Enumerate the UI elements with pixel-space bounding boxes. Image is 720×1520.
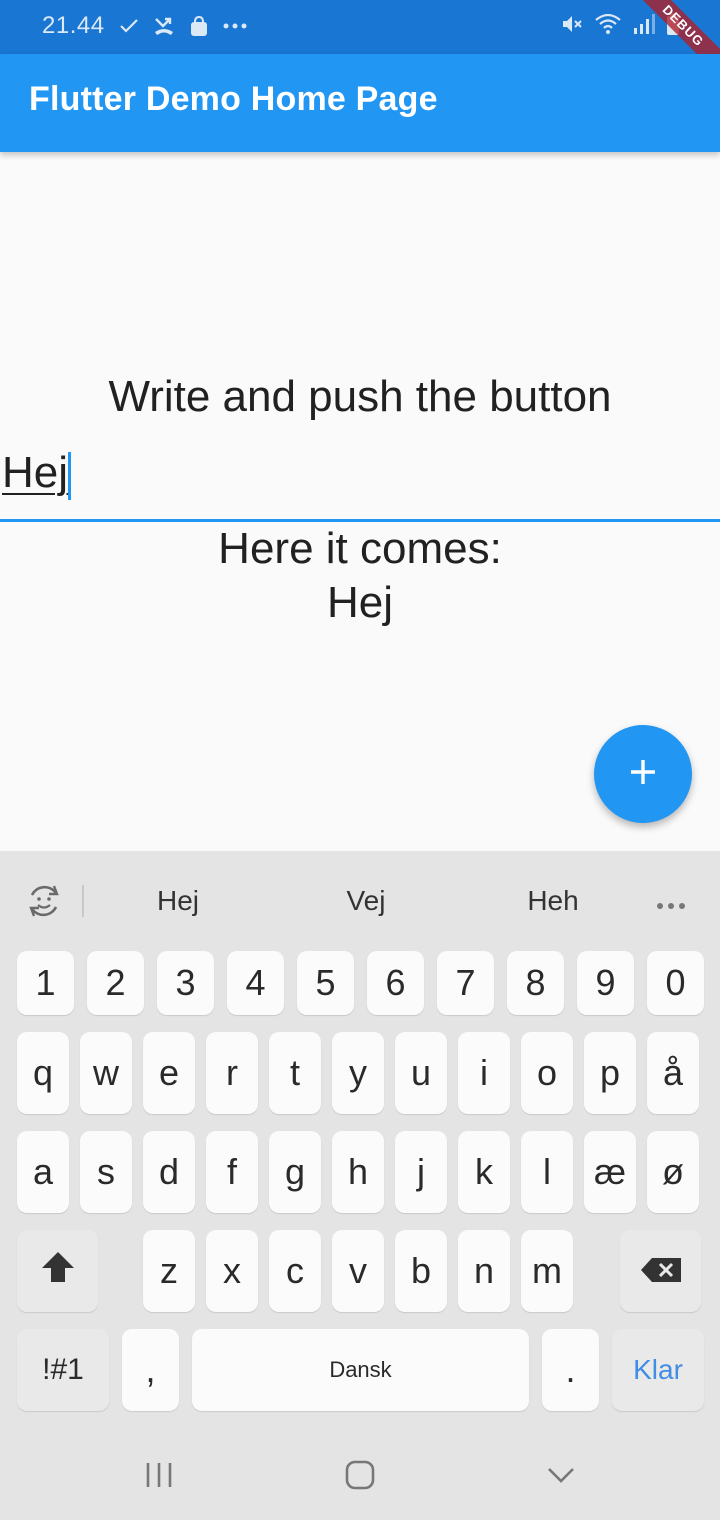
status-time: 21.44 — [42, 12, 105, 39]
period-key[interactable]: . — [542, 1329, 599, 1411]
result-value: Hej — [326, 578, 394, 627]
key-z[interactable]: z — [143, 1230, 195, 1312]
key-u[interactable]: u — [395, 1032, 447, 1114]
backspace-icon — [640, 1250, 682, 1292]
text-input-value[interactable]: Hej — [2, 448, 68, 498]
plus-icon — [629, 758, 657, 791]
key-h[interactable]: h — [332, 1131, 384, 1213]
key-7[interactable]: 7 — [437, 951, 494, 1015]
key-g[interactable]: g — [269, 1131, 321, 1213]
add-button[interactable] — [594, 725, 692, 823]
mute-icon — [560, 12, 584, 36]
key-k[interactable]: k — [458, 1131, 510, 1213]
key-f[interactable]: f — [206, 1131, 258, 1213]
key-b[interactable]: b — [395, 1230, 447, 1312]
emoji-refresh-icon[interactable] — [24, 881, 64, 926]
key-4[interactable]: 4 — [227, 951, 284, 1015]
key-5[interactable]: 5 — [297, 951, 354, 1015]
more-options-icon[interactable] — [656, 885, 686, 917]
key-o[interactable]: o — [521, 1032, 573, 1114]
status-left: 21.44 — [42, 12, 247, 40]
missed-call-icon — [153, 16, 175, 36]
key-w[interactable]: w — [80, 1032, 132, 1114]
key-e[interactable]: e — [143, 1032, 195, 1114]
comma-key[interactable]: , — [122, 1329, 179, 1411]
key-c[interactable]: c — [269, 1230, 321, 1312]
more-dots-icon — [223, 23, 247, 29]
prompt-text: Write and push the button — [108, 372, 612, 421]
suggestion-2[interactable]: Vej — [347, 885, 386, 917]
shopping-bag-icon — [189, 15, 209, 37]
space-key[interactable]: Dansk — [192, 1329, 529, 1411]
suggestion-1[interactable]: Hej — [157, 885, 199, 917]
key-v[interactable]: v — [332, 1230, 384, 1312]
done-key[interactable]: Klar — [612, 1329, 704, 1411]
app-bar: Flutter Demo Home Page — [0, 54, 720, 152]
text-input-field[interactable]: Hej — [0, 440, 720, 522]
home-icon[interactable] — [344, 1460, 376, 1495]
shift-key[interactable] — [17, 1230, 98, 1312]
key-y[interactable]: y — [332, 1032, 384, 1114]
signal-icon — [632, 12, 656, 36]
key-9[interactable]: 9 — [577, 951, 634, 1015]
key-n[interactable]: n — [458, 1230, 510, 1312]
key-s[interactable]: s — [80, 1131, 132, 1213]
key-q[interactable]: q — [17, 1032, 69, 1114]
key-a[interactable]: a — [17, 1131, 69, 1213]
wifi-icon — [594, 12, 622, 36]
key-p[interactable]: p — [584, 1032, 636, 1114]
keyboard: Hej Vej Heh 1 2 3 4 5 6 7 8 9 0 q w e r … — [0, 851, 720, 1520]
key-ae[interactable]: æ — [584, 1131, 636, 1213]
symbols-key[interactable]: !#1 — [17, 1329, 109, 1411]
key-m[interactable]: m — [521, 1230, 573, 1312]
key-3[interactable]: 3 — [157, 951, 214, 1015]
backspace-key[interactable] — [620, 1230, 701, 1312]
key-aa[interactable]: å — [647, 1032, 699, 1114]
key-d[interactable]: d — [143, 1131, 195, 1213]
shift-icon — [40, 1250, 76, 1293]
suggestion-3[interactable]: Heh — [527, 885, 578, 917]
recent-apps-icon[interactable] — [145, 1460, 173, 1495]
suggestion-bar: Hej Vej Heh — [0, 851, 720, 951]
key-6[interactable]: 6 — [367, 951, 424, 1015]
suggestion-divider — [82, 885, 84, 917]
key-r[interactable]: r — [206, 1032, 258, 1114]
page-title: Flutter Demo Home Page — [29, 80, 438, 118]
key-2[interactable]: 2 — [87, 951, 144, 1015]
text-cursor — [68, 452, 71, 500]
key-x[interactable]: x — [206, 1230, 258, 1312]
key-l[interactable]: l — [521, 1131, 573, 1213]
key-t[interactable]: t — [269, 1032, 321, 1114]
result-label: Here it comes: — [218, 524, 502, 573]
key-j[interactable]: j — [395, 1131, 447, 1213]
navigation-bar — [0, 1430, 720, 1520]
status-bar: 21.44 DEBUG — [0, 0, 720, 54]
back-icon[interactable] — [546, 1460, 576, 1495]
key-oe[interactable]: ø — [647, 1131, 699, 1213]
check-icon — [119, 18, 139, 34]
key-0[interactable]: 0 — [647, 951, 704, 1015]
key-i[interactable]: i — [458, 1032, 510, 1114]
key-8[interactable]: 8 — [507, 951, 564, 1015]
key-1[interactable]: 1 — [17, 951, 74, 1015]
